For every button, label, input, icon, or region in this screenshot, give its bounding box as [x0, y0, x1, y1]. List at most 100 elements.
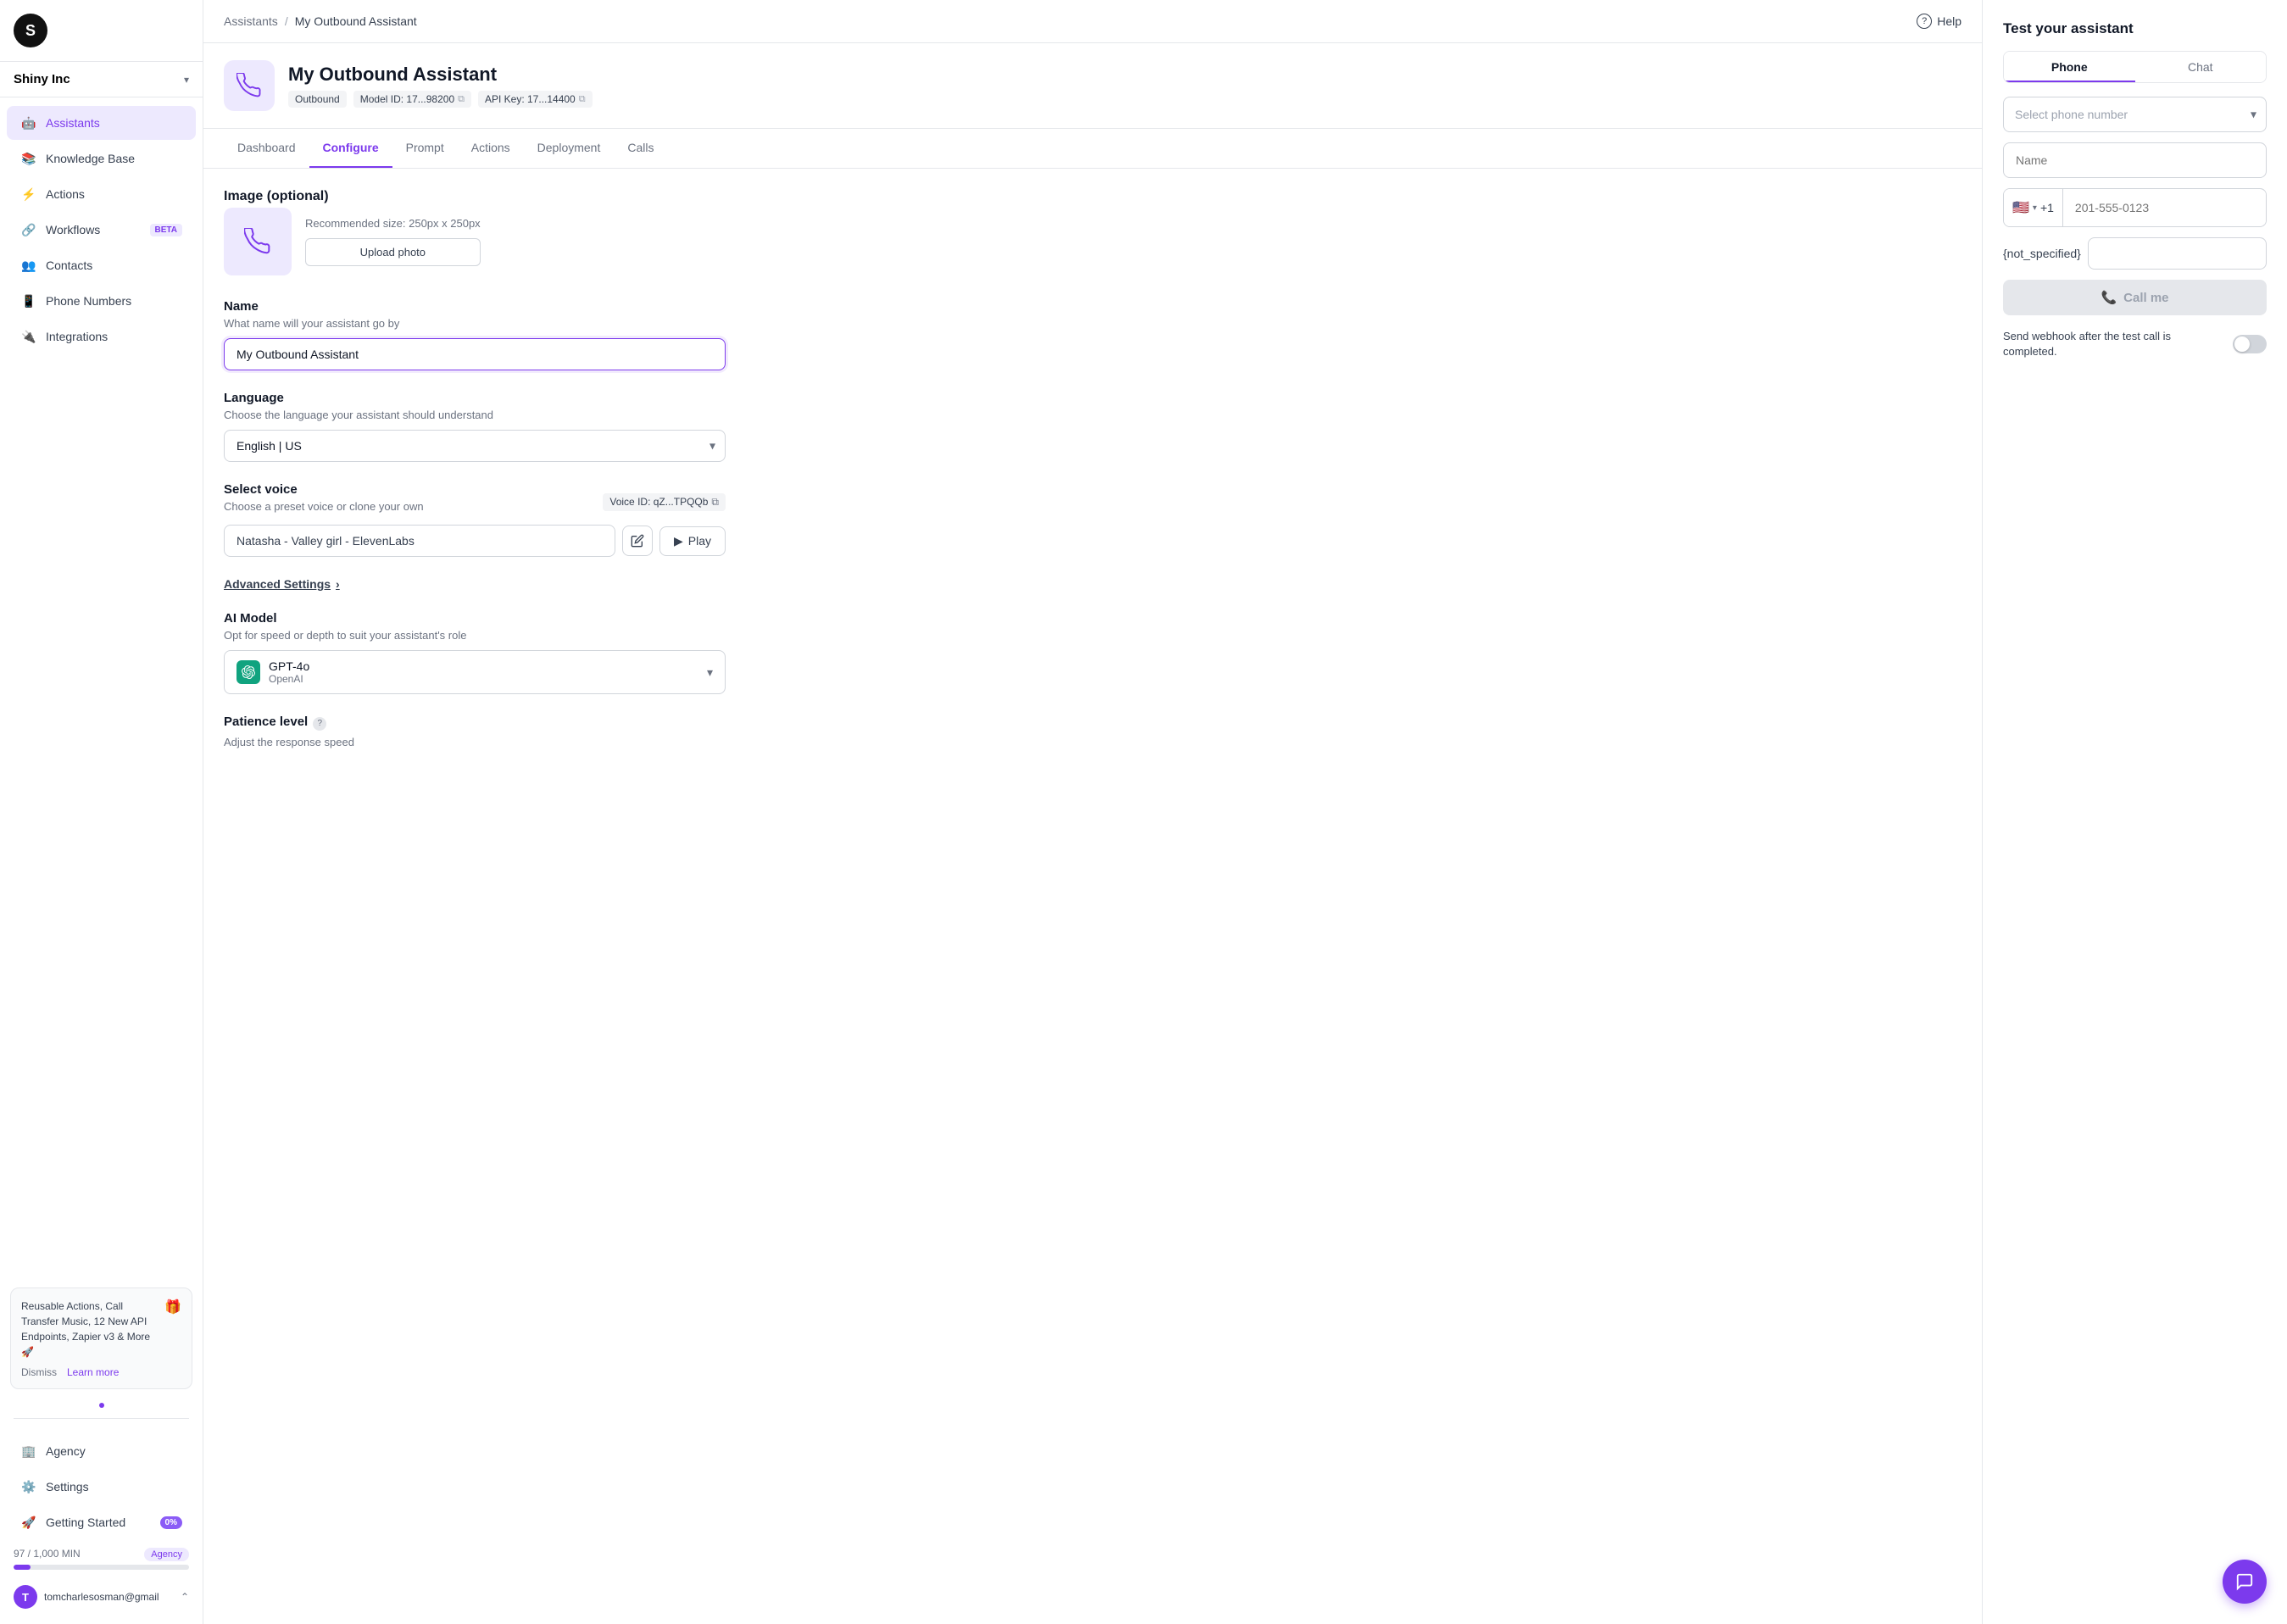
voice-hint: Choose a preset voice or clone your own [224, 500, 424, 513]
image-upload-area: Recommended size: 250px x 250px Upload p… [224, 208, 726, 275]
ai-model-select-wrapper: GPT-4o OpenAI ▾ [224, 650, 726, 694]
sidebar-item-label: Getting Started [46, 1516, 125, 1529]
company-chevron-icon: ▾ [184, 74, 189, 86]
panel-title: Test your assistant [2003, 20, 2267, 37]
settings-icon: ⚙️ [20, 1478, 37, 1495]
user-row[interactable]: T tomcharlesosman@gmail ⌃ [0, 1577, 203, 1617]
sidebar-item-label: Contacts [46, 259, 92, 272]
company-selector[interactable]: Shiny Inc ▾ [0, 62, 203, 97]
sidebar-item-contacts[interactable]: 👥 Contacts [7, 248, 196, 282]
country-selector[interactable]: 🇺🇸 ▾ +1 [2004, 189, 2063, 226]
model-id-copy-icon[interactable]: ⧉ [458, 94, 465, 105]
actions-icon: ⚡ [20, 186, 37, 203]
breadcrumb-parent[interactable]: Assistants [224, 14, 278, 28]
phone-call-icon: 📞 [2101, 290, 2117, 305]
workflows-icon: 🔗 [20, 221, 37, 238]
tab-dashboard[interactable]: Dashboard [224, 129, 309, 168]
name-hint: What name will your assistant go by [224, 317, 726, 330]
upload-photo-button[interactable]: Upload photo [305, 238, 481, 266]
promo-gift-icon: 🎁 [164, 1299, 181, 1315]
sidebar-item-assistants[interactable]: 🤖 Assistants [7, 106, 196, 140]
sidebar: S Shiny Inc ▾ 🤖 Assistants 📚 Knowledge B… [0, 0, 203, 1624]
assistant-name-input[interactable] [224, 338, 726, 370]
tabs-nav: Dashboard Configure Prompt Actions Deplo… [203, 129, 1982, 169]
language-select[interactable]: English | US [224, 430, 726, 462]
openai-icon [236, 660, 260, 684]
sidebar-item-workflows[interactable]: 🔗 Workflows BETA [7, 213, 196, 247]
agency-badge: Agency [144, 1548, 189, 1561]
assistants-icon: 🤖 [20, 114, 37, 131]
test-tab-phone[interactable]: Phone [2004, 52, 2135, 82]
company-name: Shiny Inc [14, 72, 70, 86]
contacts-icon: 👥 [20, 257, 37, 274]
voice-id-badge: Voice ID: qZ...TPQQb ⧉ [603, 493, 726, 511]
patience-info-icon[interactable]: ? [313, 717, 326, 731]
breadcrumb: Assistants / My Outbound Assistant [224, 14, 417, 28]
chat-fab-button[interactable] [2223, 1560, 2267, 1604]
promo-dismiss-button[interactable]: Dismiss [21, 1366, 57, 1378]
sidebar-item-knowledge-base[interactable]: 📚 Knowledge Base [7, 142, 196, 175]
voice-section: Select voice Choose a preset voice or cl… [224, 482, 726, 557]
phone-numbers-icon: 📱 [20, 292, 37, 309]
usage-bar [14, 1565, 189, 1570]
call-me-button[interactable]: 📞 Call me [2003, 280, 2267, 315]
upload-hint: Recommended size: 250px x 250px [305, 217, 481, 230]
user-email: tomcharlesosman@gmail [44, 1591, 174, 1603]
promo-text: Reusable Actions, Call Transfer Music, 1… [21, 1299, 158, 1360]
tab-calls[interactable]: Calls [614, 129, 667, 168]
patience-section: Patience level ? Adjust the response spe… [224, 715, 726, 748]
integrations-icon: 🔌 [20, 328, 37, 345]
user-avatar: T [14, 1585, 37, 1609]
webhook-toggle[interactable] [2233, 335, 2267, 353]
dropdown-chevron-icon: ▾ [2033, 203, 2037, 213]
ai-model-select[interactable]: GPT-4o OpenAI ▾ [224, 650, 726, 694]
sidebar-item-integrations[interactable]: 🔌 Integrations [7, 320, 196, 353]
tab-actions[interactable]: Actions [458, 129, 524, 168]
test-tab-chat[interactable]: Chat [2135, 52, 2267, 82]
sidebar-item-agency[interactable]: 🏢 Agency [7, 1434, 196, 1468]
help-button[interactable]: ? Help [1917, 14, 1961, 29]
logo-area: S [0, 0, 203, 62]
ai-model-label: AI Model [224, 611, 726, 626]
phone-number-input[interactable] [2063, 191, 2266, 225]
promo-learn-more-button[interactable]: Learn more [67, 1366, 119, 1378]
sidebar-item-actions[interactable]: ⚡ Actions [7, 177, 196, 211]
flag-icon: 🇺🇸 [2012, 199, 2029, 216]
main-area: Assistants / My Outbound Assistant ? Hel… [203, 0, 2287, 1624]
assistant-avatar-icon [224, 60, 275, 111]
voice-play-button[interactable]: ▶ Play [659, 526, 726, 556]
voice-edit-button[interactable] [622, 526, 653, 556]
webhook-row: Send webhook after the test call is comp… [2003, 329, 2267, 359]
phone-number-select[interactable] [2003, 97, 2267, 132]
voice-id-copy-icon[interactable]: ⧉ [711, 496, 719, 509]
toggle-knob [2234, 336, 2250, 352]
language-section: Language Choose the language your assist… [224, 391, 726, 462]
help-circle-icon: ? [1917, 14, 1932, 29]
content-area: Assistants / My Outbound Assistant ? Hel… [203, 0, 1982, 1624]
voice-display: Natasha - Valley girl - ElevenLabs [224, 525, 615, 557]
voice-controls: Natasha - Valley girl - ElevenLabs ▶ Pla… [224, 525, 726, 557]
advanced-chevron-icon: › [336, 577, 340, 591]
image-placeholder-icon [224, 208, 292, 275]
voice-header: Select voice Choose a preset voice or cl… [224, 482, 726, 521]
sidebar-divider [14, 1418, 189, 1419]
not-specified-input[interactable] [2088, 237, 2267, 270]
sidebar-item-getting-started[interactable]: 🚀 Getting Started 0% [7, 1505, 196, 1539]
breadcrumb-separator: / [285, 14, 288, 28]
sidebar-bottom: 🏢 Agency ⚙️ Settings 🚀 Getting Started 0… [0, 1426, 203, 1624]
tab-deployment[interactable]: Deployment [524, 129, 615, 168]
sidebar-item-settings[interactable]: ⚙️ Settings [7, 1470, 196, 1504]
usage-fill [14, 1565, 31, 1570]
image-section: Image (optional) Recommended size: 250px… [224, 189, 726, 275]
getting-started-icon: 🚀 [20, 1514, 37, 1531]
sidebar-item-phone-numbers[interactable]: 📱 Phone Numbers [7, 284, 196, 318]
advanced-settings-link[interactable]: Advanced Settings › [224, 577, 726, 591]
tab-configure[interactable]: Configure [309, 129, 392, 168]
right-panel: Test your assistant Phone Chat ▾ Select … [1982, 0, 2287, 1624]
assistant-info: My Outbound Assistant Outbound Model ID:… [288, 64, 593, 108]
language-select-wrapper: English | US ▾ [224, 430, 726, 462]
patience-header: Patience level ? [224, 715, 726, 732]
api-key-copy-icon[interactable]: ⧉ [579, 94, 586, 105]
tab-prompt[interactable]: Prompt [392, 129, 458, 168]
caller-name-input[interactable] [2003, 142, 2267, 178]
